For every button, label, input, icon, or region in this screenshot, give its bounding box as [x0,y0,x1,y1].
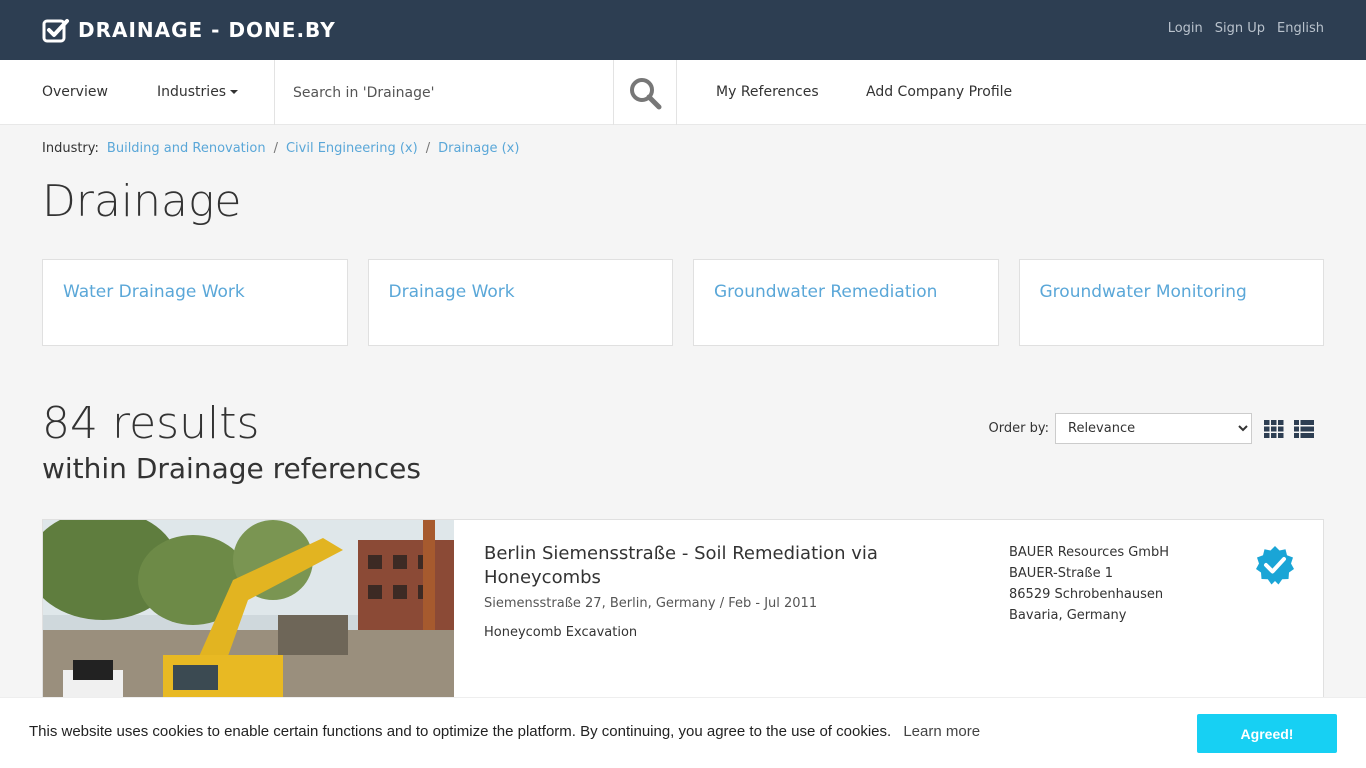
sub-industry-title[interactable]: Groundwater Remediation [714,282,937,302]
list-view-icon[interactable] [1294,419,1314,438]
results-count: 84 results [42,398,260,449]
cookie-text-wrapper: This website uses cookies to enable cert… [29,723,980,740]
nav-add-company-profile[interactable]: Add Company Profile [866,84,1012,100]
order-controls: Order by: Relevance [989,413,1314,444]
reference-photo[interactable] [43,520,454,720]
cookie-banner: This website uses cookies to enable cert… [0,697,1366,768]
company-street: BAUER-Straße 1 [1009,566,1113,581]
company-address: BAUER Resources GmbH BAUER-Straße 1 8652… [1009,542,1169,626]
reference-location-date: Siemensstraße 27, Berlin, Germany / Feb … [484,596,818,611]
reference-title[interactable]: Berlin Siemensstraße - Soil Remediation … [484,542,924,590]
company-name[interactable]: BAUER Resources GmbH [1009,542,1169,563]
language-link[interactable]: English [1277,21,1324,36]
sub-industry-card[interactable]: Drainage Work [367,259,673,346]
sub-industry-cards: Water Drainage Work Drainage Work Ground… [42,259,1324,346]
breadcrumb-building-renovation[interactable]: Building and Renovation [107,141,266,156]
verified-badge-icon [1256,546,1294,585]
reference-tag[interactable]: Honeycomb Excavation [484,625,637,640]
order-label: Order by: [988,421,1049,436]
results-subtitle: within Drainage references [42,452,421,485]
nav-overview[interactable]: Overview [42,84,108,100]
top-links: Login Sign Up English [1168,21,1324,36]
cookie-message: This website uses cookies to enable cert… [29,723,892,740]
page-title: Drainage [42,176,242,227]
sub-industry-title[interactable]: Water Drainage Work [63,282,245,302]
brand-name: DRAINAGE - DONE.BY [78,18,336,42]
search-box [274,60,614,125]
reference-result-card[interactable]: Berlin Siemensstraße - Soil Remediation … [42,519,1324,720]
company-city: 86529 Schrobenhausen [1009,587,1164,602]
search-button[interactable] [614,60,677,125]
checkbox-logo-icon [42,19,69,43]
nav-my-references[interactable]: My References [716,84,819,100]
breadcrumb: Industry: Building and Renovation / Civi… [42,141,519,156]
nav-industries-dropdown[interactable]: Industries [157,84,239,100]
sub-industry-title[interactable]: Drainage Work [389,282,515,302]
nav-industries-label: Industries [157,84,227,100]
search-icon [630,77,662,109]
breadcrumb-civil-engineering[interactable]: Civil Engineering (x) [286,141,418,156]
cookie-agree-button[interactable]: Agreed! [1197,714,1337,753]
brand[interactable]: DRAINAGE - DONE.BY [42,17,336,43]
sub-industry-title[interactable]: Groundwater Monitoring [1040,282,1247,302]
top-bar: DRAINAGE - DONE.BY Login Sign Up English [0,0,1366,60]
sub-industry-card[interactable]: Water Drainage Work [42,259,348,346]
signup-link[interactable]: Sign Up [1215,21,1265,36]
breadcrumb-drainage[interactable]: Drainage (x) [438,141,519,156]
breadcrumb-separator: / [425,141,431,156]
grid-view-icon[interactable] [1264,419,1284,438]
breadcrumb-separator: / [273,141,278,156]
login-link[interactable]: Login [1168,21,1203,36]
caret-down-icon [230,90,239,94]
search-input[interactable] [275,60,613,125]
excavator-photo-icon [43,520,454,720]
company-region: Bavaria, Germany [1009,608,1127,623]
cookie-learn-more-link[interactable]: Learn more [903,723,980,740]
breadcrumb-label: Industry: [42,141,99,156]
nav-bar: Overview Industries My References Add Co… [0,60,1366,125]
order-select[interactable]: Relevance [1055,413,1252,444]
sub-industry-card[interactable]: Groundwater Remediation [693,259,999,346]
sub-industry-card[interactable]: Groundwater Monitoring [1018,259,1324,346]
